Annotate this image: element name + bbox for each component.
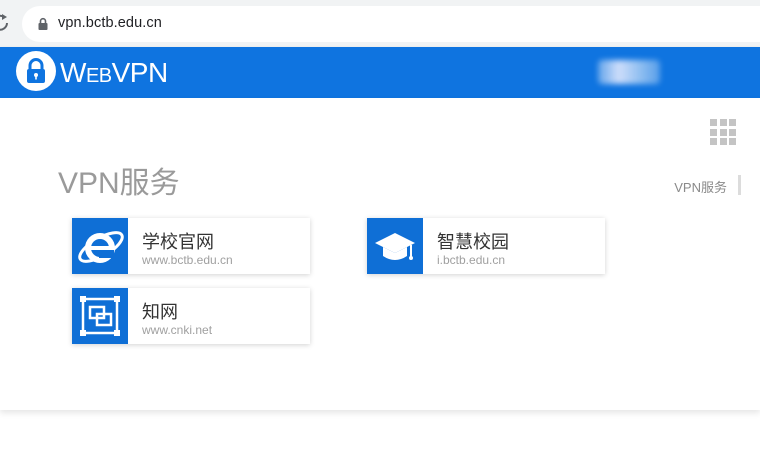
app-grid-icon[interactable] xyxy=(710,119,736,145)
card-title: 智慧校园 xyxy=(437,232,509,252)
reload-icon[interactable] xyxy=(0,12,10,34)
logo-letters-eb: EB xyxy=(85,65,112,87)
card-url: www.cnki.net xyxy=(142,323,213,337)
user-info-redacted[interactable] xyxy=(598,60,660,84)
logo-wordmark: WEBVPN xyxy=(60,57,168,89)
address-bar[interactable]: vpn.bctb.edu.cn xyxy=(22,6,760,42)
card-url: www.bctb.edu.cn xyxy=(142,253,233,267)
padlock-icon xyxy=(27,58,45,83)
url-text[interactable]: vpn.bctb.edu.cn xyxy=(58,15,162,31)
internet-explorer-icon xyxy=(72,218,128,274)
logo-letters-vpn: VPN xyxy=(111,57,169,88)
page-title: VPN服务 xyxy=(58,167,180,200)
section-tab-label[interactable]: VPN服务 xyxy=(674,177,727,196)
logo-letter-w: W xyxy=(60,57,86,88)
logo-lock-badge xyxy=(16,51,56,91)
browser-toolbar: vpn.bctb.edu.cn xyxy=(0,0,760,47)
service-card-school-website[interactable]: 学校官网 www.bctb.edu.cn xyxy=(72,218,310,274)
card-title: 知网 xyxy=(142,302,178,322)
main-panel: VPN服务 VPN服务 学校官网 www.bctb.edu.cn 智慧校园 i.… xyxy=(0,98,760,410)
lock-icon[interactable] xyxy=(36,17,50,31)
site-header: WEBVPN xyxy=(0,47,760,98)
service-card-smart-campus[interactable]: 智慧校园 i.bctb.edu.cn xyxy=(367,218,605,274)
graduation-cap-icon xyxy=(367,218,423,274)
frame-icon xyxy=(72,288,128,344)
section-tab-indicator xyxy=(738,175,741,195)
card-url: i.bctb.edu.cn xyxy=(437,253,506,267)
service-card-cnki[interactable]: 知网 www.cnki.net xyxy=(72,288,310,344)
card-title: 学校官网 xyxy=(142,232,214,252)
